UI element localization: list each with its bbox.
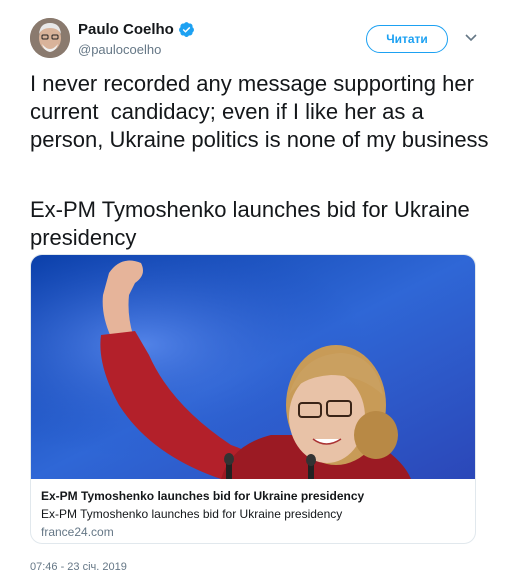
follow-button[interactable]: Читати xyxy=(366,25,448,53)
card-description: Ex-PM Tymoshenko launches bid for Ukrain… xyxy=(41,507,343,521)
author-name[interactable]: Paulo Coelho xyxy=(78,21,195,38)
avatar-image xyxy=(30,18,70,58)
avatar[interactable] xyxy=(30,18,70,58)
link-preview-card[interactable]: Ex-PM Tymoshenko launches bid for Ukrain… xyxy=(30,254,476,544)
card-domain: france24.com xyxy=(41,525,114,539)
tweet-text: I never recorded any message supporting … xyxy=(30,71,489,152)
tweet-link-text[interactable]: Ex-PM Tymoshenko launches bid for Ukrain… xyxy=(30,196,490,252)
verified-badge-icon xyxy=(178,21,195,38)
tweet-timestamp[interactable]: 07:46 - 23 січ. 2019 xyxy=(30,561,127,573)
card-image[interactable] xyxy=(31,255,476,479)
chevron-down-icon[interactable] xyxy=(464,33,478,43)
author-name-text: Paulo Coelho xyxy=(78,21,174,38)
author-handle[interactable]: @paulocoelho xyxy=(78,42,161,57)
card-title[interactable]: Ex-PM Tymoshenko launches bid for Ukrain… xyxy=(41,489,364,503)
